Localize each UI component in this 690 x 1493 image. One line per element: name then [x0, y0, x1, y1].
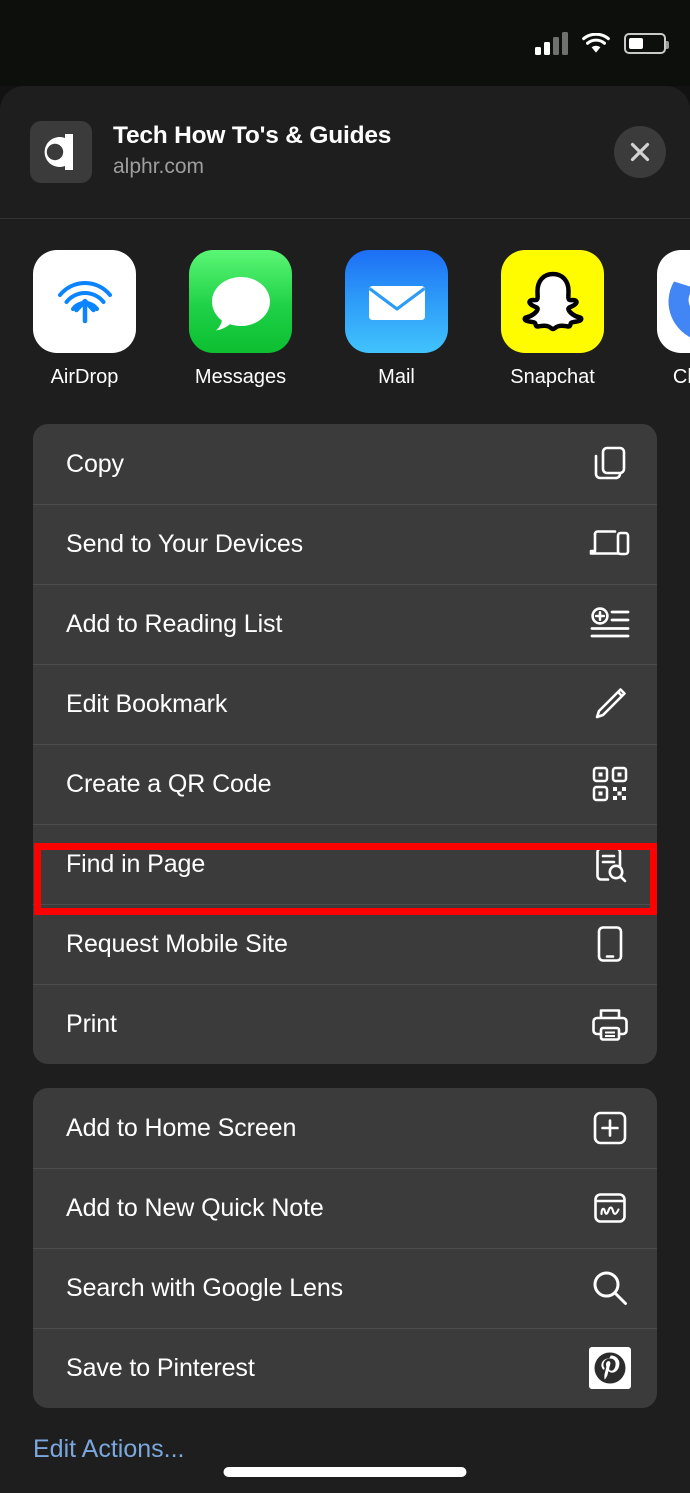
- copy-icon: [587, 441, 633, 487]
- snapchat-icon: [501, 250, 604, 353]
- action-group-1: Copy Send to Your Devices Add to Reading…: [33, 424, 657, 1064]
- app-label: Chrome: [672, 366, 690, 388]
- mobile-site-icon: [587, 921, 633, 967]
- share-sheet-header: Tech How To's & Guides alphr.com: [0, 86, 690, 219]
- action-label: Create a QR Code: [66, 769, 272, 798]
- quick-note-icon: [587, 1185, 633, 1231]
- action-label: Find in Page: [66, 849, 206, 878]
- action-label: Send to Your Devices: [66, 529, 304, 558]
- action-row-create-a-qr-code[interactable]: Create a QR Code: [33, 744, 657, 824]
- status-bar-icons: [535, 31, 669, 55]
- app-share-target-chrome[interactable]: Chrome: [657, 250, 690, 389]
- chrome-icon: [657, 250, 690, 353]
- page-domain: alphr.com: [113, 155, 205, 179]
- action-label: Copy: [66, 449, 124, 478]
- messages-icon: [189, 250, 292, 353]
- action-row-add-to-reading-list[interactable]: Add to Reading List: [33, 584, 657, 664]
- action-row-send-to-your-devices[interactable]: Send to Your Devices: [33, 504, 657, 584]
- pinterest-icon: [587, 1345, 633, 1391]
- action-label: Add to Home Screen: [66, 1113, 297, 1142]
- app-share-targets-row[interactable]: AirDrop Messages Mail Snapchat C: [0, 219, 690, 389]
- find-in-page-icon: [587, 841, 633, 887]
- mail-icon: [345, 250, 448, 353]
- app-label: AirDrop: [50, 366, 119, 388]
- add-square-icon: [587, 1105, 633, 1151]
- action-label: Save to Pinterest: [66, 1353, 255, 1382]
- alphr-favicon: [30, 121, 92, 183]
- action-row-request-mobile-site[interactable]: Request Mobile Site: [33, 904, 657, 984]
- app-share-target-mail[interactable]: Mail: [345, 250, 448, 389]
- action-label: Search with Google Lens: [66, 1273, 344, 1302]
- edit-actions-button[interactable]: Edit Actions...: [33, 1435, 184, 1464]
- iphone-screen: Tech How To's & Guides alphr.com AirDrop…: [0, 0, 690, 1493]
- airdrop-icon: [33, 250, 136, 353]
- action-row-print[interactable]: Print: [33, 984, 657, 1064]
- qr-code-icon: [587, 761, 633, 807]
- status-bar: [0, 0, 690, 86]
- action-label: Add to Reading List: [66, 609, 283, 638]
- magnifier-icon: [587, 1265, 633, 1311]
- share-sheet: Tech How To's & Guides alphr.com AirDrop…: [0, 86, 690, 1493]
- action-row-edit-bookmark[interactable]: Edit Bookmark: [33, 664, 657, 744]
- action-group-2: Add to Home Screen Add to New Quick Note: [33, 1088, 657, 1408]
- action-row-copy[interactable]: Copy: [33, 424, 657, 504]
- app-label: Messages: [194, 366, 287, 388]
- action-row-find-in-page[interactable]: Find in Page: [33, 824, 657, 904]
- home-indicator[interactable]: [223, 1467, 467, 1477]
- action-groups: Copy Send to Your Devices Add to Reading…: [0, 424, 690, 1408]
- app-share-target-messages[interactable]: Messages: [189, 250, 292, 389]
- action-row-add-to-home-screen[interactable]: Add to Home Screen: [33, 1088, 657, 1168]
- app-label: Snapchat: [510, 366, 595, 388]
- app-share-target-snapchat[interactable]: Snapchat: [501, 250, 604, 389]
- share-sheet-header-text: Tech How To's & Guides alphr.com: [113, 122, 614, 182]
- action-row-save-to-pinterest[interactable]: Save to Pinterest: [33, 1328, 657, 1408]
- reading-list-icon: [587, 601, 633, 647]
- action-label: Edit Bookmark: [66, 689, 228, 718]
- battery-icon: [624, 32, 669, 54]
- devices-icon: [587, 521, 633, 567]
- app-share-target-airdrop[interactable]: AirDrop: [33, 250, 136, 389]
- action-label: Add to New Quick Note: [66, 1193, 324, 1222]
- action-label: Print: [66, 1009, 117, 1038]
- printer-icon: [587, 1001, 633, 1047]
- action-row-search-with-google-lens[interactable]: Search with Google Lens: [33, 1248, 657, 1328]
- close-icon: [630, 142, 650, 162]
- action-row-add-to-new-quick-note[interactable]: Add to New Quick Note: [33, 1168, 657, 1248]
- action-label: Request Mobile Site: [66, 929, 288, 958]
- page-title: Tech How To's & Guides: [113, 122, 392, 150]
- wifi-icon: [582, 32, 610, 54]
- app-label: Mail: [378, 366, 415, 388]
- cellular-signal-icon: [535, 31, 568, 55]
- pencil-icon: [587, 681, 633, 727]
- close-button[interactable]: [614, 126, 666, 178]
